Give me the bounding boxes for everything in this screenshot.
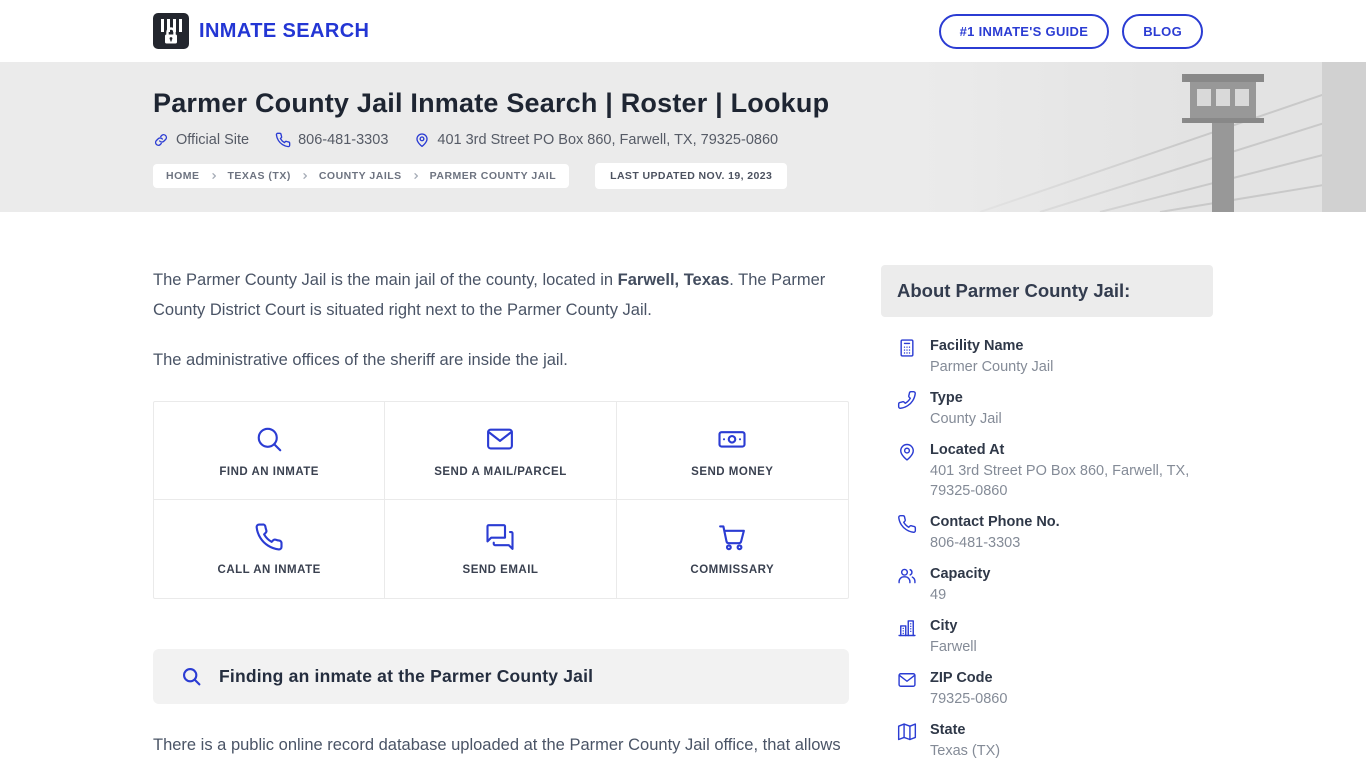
section-heading-text: Finding an inmate at the Parmer County J… — [219, 666, 594, 686]
action-find-an-inmate[interactable]: FIND AN INMATE — [154, 402, 386, 500]
about-item-state: State Texas (TX) — [897, 721, 1213, 761]
action-send-a-mail-parcel[interactable]: SEND A MAIL/PARCEL — [385, 402, 617, 500]
blog-button[interactable]: BLOG — [1122, 13, 1203, 49]
sidebar-list: Facility Name Parmer County Jail Type Co… — [881, 317, 1213, 768]
official-site-label: Official Site — [176, 132, 250, 148]
action-label: COMMISSARY — [690, 564, 775, 576]
about-item-contact-phone: Contact Phone No. 806-481-3303 — [897, 513, 1213, 553]
main-content: The Parmer County Jail is the main jail … — [0, 212, 1366, 768]
intro-paragraph: The Parmer County Jail is the main jail … — [153, 265, 849, 325]
about-value: 49 — [930, 587, 947, 603]
about-label: ZIP Code — [930, 670, 993, 686]
address-text: 401 3rd Street PO Box 860, Farwell, TX, … — [437, 132, 779, 148]
cart-icon — [717, 522, 747, 552]
chevron-right-icon — [210, 172, 218, 180]
action-label: SEND A MAIL/PARCEL — [434, 465, 567, 478]
page-title: Parmer County Jail Inmate Search | Roste… — [153, 88, 830, 118]
chevron-right-icon — [301, 172, 309, 180]
breadcrumb: HOME TEXAS (TX) COUNTY JAILS PARMER COUN… — [153, 164, 570, 188]
map-pin-icon — [897, 441, 917, 501]
about-label: Located At — [930, 442, 1005, 458]
official-site-link[interactable]: Official Site — [153, 132, 249, 148]
about-value: County Jail — [930, 411, 1002, 427]
action-label: SEND EMAIL — [462, 564, 539, 576]
about-label: City — [930, 618, 958, 634]
about-value: 401 3rd Street PO Box 860, Farwell, TX, … — [930, 463, 1190, 499]
intro-text-bold: Farwell, Texas — [617, 271, 730, 289]
phone-icon — [275, 132, 291, 148]
about-label: Capacity — [930, 566, 991, 582]
about-item-city: City Farwell — [897, 617, 1213, 657]
action-label: FIND AN INMATE — [219, 465, 319, 478]
chat-icon — [485, 522, 515, 552]
breadcrumb-row: HOME TEXAS (TX) COUNTY JAILS PARMER COUN… — [153, 163, 1213, 189]
about-sidebar: About Parmer County Jail: Facility Name … — [881, 265, 1213, 768]
map-pin-icon — [414, 132, 430, 148]
about-value: Farwell — [930, 639, 977, 655]
sidebar-title: About Parmer County Jail: — [897, 280, 1131, 301]
about-value: 79325-0860 — [930, 691, 1008, 707]
building-icon — [897, 337, 917, 377]
mail-icon — [485, 424, 515, 454]
about-value: 806-481-3303 — [930, 535, 1021, 551]
intro-text-before: The Parmer County Jail is the main jail … — [153, 271, 618, 289]
action-send-email[interactable]: SEND EMAIL — [385, 500, 617, 598]
about-label: Type — [930, 390, 963, 406]
phone-icon — [254, 522, 284, 552]
header-nav: #1 INMATE'S GUIDE BLOG — [938, 13, 1203, 49]
breadcrumb-current: PARMER COUNTY JAIL — [429, 170, 557, 182]
jail-lock-logo-icon — [153, 13, 189, 49]
about-label: State — [930, 722, 966, 738]
action-grid: FIND AN INMATE SEND A MAIL/PARCEL SEND M… — [153, 401, 849, 599]
action-commissary[interactable]: COMMISSARY — [617, 500, 848, 598]
about-label: Contact Phone No. — [930, 514, 1060, 530]
breadcrumb-county-jails[interactable]: COUNTY JAILS — [319, 170, 402, 182]
about-item-facility-name: Facility Name Parmer County Jail — [897, 337, 1213, 377]
about-item-capacity: Capacity 49 — [897, 565, 1213, 605]
about-item-type: Type County Jail — [897, 389, 1213, 429]
search-icon — [181, 666, 202, 687]
last-updated-badge: LAST UPDATED NOV. 19, 2023 — [595, 163, 788, 189]
contact-row: Official Site 806-481-3303 401 3rd Stree… — [153, 132, 1213, 148]
search-icon — [254, 424, 284, 454]
about-item-located-at: Located At 401 3rd Street PO Box 860, Fa… — [897, 441, 1213, 501]
action-send-money[interactable]: SEND MONEY — [616, 402, 848, 500]
brand-name: INMATE SEARCH — [199, 19, 370, 42]
inmates-guide-button[interactable]: #1 INMATE'S GUIDE — [938, 13, 1110, 49]
brand-logo-link[interactable]: INMATE SEARCH — [153, 13, 369, 49]
link-icon — [153, 132, 169, 148]
handset-icon — [897, 389, 917, 429]
phone-link[interactable]: 806-481-3303 — [275, 132, 388, 148]
about-value: Parmer County Jail — [930, 359, 1054, 375]
chevron-right-icon — [412, 172, 420, 180]
intro-paragraph-2: The administrative offices of the sherif… — [153, 351, 568, 369]
action-label: CALL AN INMATE — [217, 564, 321, 576]
action-label: SEND MONEY — [691, 465, 774, 478]
header: INMATE SEARCH #1 INMATE'S GUIDE BLOG — [0, 0, 1366, 62]
phone-icon — [897, 513, 917, 553]
breadcrumb-home[interactable]: HOME — [166, 170, 200, 182]
city-icon — [897, 617, 917, 657]
hero-banner: Parmer County Jail Inmate Search | Roste… — [0, 62, 1366, 212]
article-column: The Parmer County Jail is the main jail … — [153, 265, 849, 768]
sidebar-header: About Parmer County Jail: — [881, 265, 1213, 317]
action-call-an-inmate[interactable]: CALL AN INMATE — [154, 500, 386, 598]
banknote-icon — [717, 424, 747, 454]
map-icon — [897, 721, 917, 761]
breadcrumb-texas[interactable]: TEXAS (TX) — [228, 170, 291, 182]
body-paragraph: There is a public online record database… — [153, 736, 841, 768]
section-heading-finding-inmate: Finding an inmate at the Parmer County J… — [153, 649, 849, 704]
envelope-icon — [897, 669, 917, 709]
about-item-zip-code: ZIP Code 79325-0860 — [897, 669, 1213, 709]
users-icon — [897, 565, 917, 605]
address-item: 401 3rd Street PO Box 860, Farwell, TX, … — [414, 132, 778, 148]
about-value: Texas (TX) — [930, 743, 1001, 759]
about-label: Facility Name — [930, 338, 1024, 354]
phone-number: 806-481-3303 — [298, 132, 389, 148]
